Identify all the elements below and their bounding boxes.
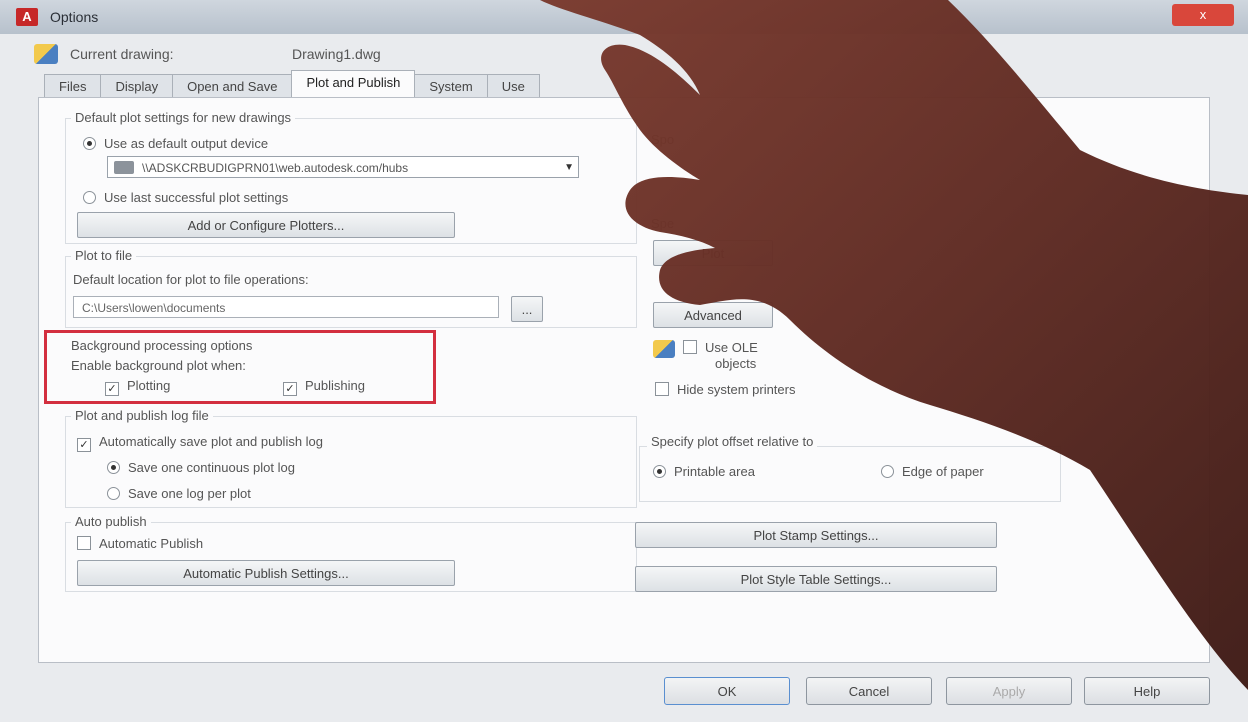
current-drawing-label: Current drawing: xyxy=(70,46,174,62)
right-plot-button[interactable]: Plot xyxy=(653,240,773,266)
spooler-label: Spo xyxy=(651,132,675,147)
default-plot-group-title: Default plot settings for new drawings xyxy=(71,110,296,125)
radio-icon xyxy=(107,487,120,500)
chevron-down-icon: ▼ xyxy=(564,162,574,173)
options-dialog: A Options x Current drawing: Drawing1.dw… xyxy=(0,0,1248,722)
plot-to-file-description: Default location for plot to file operat… xyxy=(73,272,309,287)
checkbox-icon xyxy=(655,382,669,396)
tab-files[interactable]: Files xyxy=(44,74,102,99)
drawing-icon xyxy=(34,44,58,64)
add-configure-plotters-button[interactable]: Add or Configure Plotters... xyxy=(77,212,455,238)
specify-label: Spe xyxy=(651,216,675,231)
radio-icon xyxy=(881,465,894,478)
edge-of-paper-option[interactable]: Edge of paper xyxy=(881,464,984,479)
tab-display[interactable]: Display xyxy=(100,74,174,99)
plot-offset-title: Specify plot offset relative to xyxy=(647,434,818,449)
use-ole-option[interactable]: Use OLE xyxy=(653,338,758,358)
tab-user[interactable]: Use xyxy=(486,74,540,99)
plot-style-table-settings-button[interactable]: Plot Style Table Settings... xyxy=(635,566,997,592)
automatic-publish-checkbox[interactable]: Automatic Publish xyxy=(77,536,203,551)
automatic-publish-settings-button[interactable]: Automatic Publish Settings... xyxy=(77,560,455,586)
background-processing-highlight xyxy=(44,330,436,404)
per-plot-log-option[interactable]: Save one log per plot xyxy=(107,486,251,501)
checkbox-icon xyxy=(683,340,697,354)
hide-system-printers-checkbox[interactable]: Hide system printers xyxy=(655,382,795,397)
auto-save-log-checkbox[interactable]: ✓ Automatically save plot and publish log xyxy=(77,434,323,452)
close-button[interactable]: x xyxy=(1172,4,1234,26)
printable-area-option[interactable]: Printable area xyxy=(653,464,755,479)
plot-to-file-path-field[interactable]: C:\Users\lowen\documents xyxy=(73,296,499,318)
radio-icon xyxy=(653,465,666,478)
right-advanced-button[interactable]: Advanced xyxy=(653,302,773,328)
log-file-title: Plot and publish log file xyxy=(71,408,213,423)
output-device-select[interactable]: \\ADSKCRBUDIGPRN01\web.autodesk.com/hubs… xyxy=(107,156,579,178)
current-drawing-name: Drawing1.dwg xyxy=(292,46,381,62)
help-button[interactable]: Help xyxy=(1084,677,1210,705)
auto-publish-title: Auto publish xyxy=(71,514,151,529)
use-last-plot-settings-option[interactable]: Use last successful plot settings xyxy=(83,190,288,205)
use-ole-sublabel: objects xyxy=(715,356,757,371)
ok-button[interactable]: OK xyxy=(664,677,790,705)
title-bar: A Options x xyxy=(0,0,1248,34)
use-default-device-option[interactable]: Use as default output device xyxy=(83,136,268,151)
continuous-log-option[interactable]: Save one continuous plot log xyxy=(107,460,295,475)
plot-to-file-title: Plot to file xyxy=(71,248,137,263)
plot-stamp-settings-button[interactable]: Plot Stamp Settings... xyxy=(635,522,997,548)
autocad-logo-icon: A xyxy=(16,8,38,26)
tab-open-and-save[interactable]: Open and Save xyxy=(172,74,293,99)
checkmark-icon: ✓ xyxy=(77,438,91,452)
window-title: Options xyxy=(50,9,99,25)
ole-icon xyxy=(653,340,675,358)
browse-button[interactable]: ... xyxy=(511,296,543,322)
radio-icon xyxy=(83,137,96,150)
tab-strip: Files Display Open and Save Plot and Pub… xyxy=(44,70,540,99)
printer-icon xyxy=(114,161,134,174)
checkbox-icon xyxy=(77,536,91,550)
apply-button[interactable]: Apply xyxy=(946,677,1072,705)
radio-icon xyxy=(107,461,120,474)
cancel-button[interactable]: Cancel xyxy=(806,677,932,705)
tab-plot-and-publish[interactable]: Plot and Publish xyxy=(291,70,416,99)
tab-system[interactable]: System xyxy=(414,74,488,99)
radio-icon xyxy=(83,191,96,204)
